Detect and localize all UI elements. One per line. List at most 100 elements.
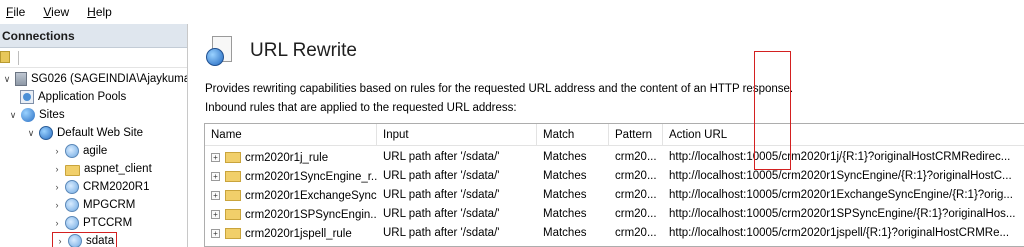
folder-icon [225,228,241,239]
inbound-rules-caption: Inbound rules that are applied to the re… [205,102,517,114]
chevron-right-icon[interactable]: › [52,146,62,156]
tree-node-label: agile [83,145,108,157]
folder-icon [225,209,241,220]
menu-help[interactable]: Help [87,5,112,19]
expand-icon[interactable]: ∨ [26,128,36,139]
tree-node-label: CRM2020R1 [83,181,150,193]
folder-icon [225,190,241,201]
tree-node-mpgcrm[interactable]: › MPGCRM [52,196,135,214]
chevron-right-icon[interactable]: › [52,182,62,192]
table-row[interactable]: + crm2020r1SPSyncEngin... URL path after… [205,205,1024,224]
rule-match: Matches [543,227,587,239]
column-header-pattern[interactable]: Pattern [609,124,663,146]
rule-input: URL path after '/sdata/' [383,170,500,182]
expand-plus-icon[interactable]: + [211,229,220,238]
rule-input: URL path after '/sdata/' [383,227,500,239]
tree-node-label: SG026 (SAGEINDIA\Ajaykuma [31,73,188,85]
toolbar-separator [18,51,19,65]
table-row[interactable]: + crm2020r1j_rule URL path after '/sdata… [205,148,1024,167]
table-header: Name Input Match Pattern Action URL [205,124,1024,146]
chevron-right-icon[interactable]: › [52,200,62,210]
tree-node-sdata[interactable]: › sdata [52,232,118,247]
rule-match: Matches [543,208,587,220]
menu-file[interactable]: File [6,5,25,19]
rule-action-url: http://localhost:10005/crm2020r1Exchange… [669,189,1013,201]
column-header-input[interactable]: Input [377,124,537,146]
rule-name-cell: + crm2020r1SyncEngine_r... [205,167,377,186]
connections-header: Connections [0,24,187,48]
tree-node-default-web-site[interactable]: ∨ Default Web Site [26,124,143,142]
url-rewrite-pane: URL Rewrite Provides rewriting capabilit… [192,24,1024,247]
table-row[interactable]: + crm2020r1SyncEngine_r... URL path afte… [205,167,1024,186]
table-row[interactable]: + crm2020r1jspell_rule URL path after '/… [205,224,1024,243]
expand-plus-icon[interactable]: + [211,191,220,200]
tree-node-label: Sites [39,109,65,121]
rule-input: URL path after '/sdata/' [383,151,500,163]
column-header-action-url[interactable]: Action URL [663,124,1024,146]
expand-plus-icon[interactable]: + [211,153,220,162]
connections-toolbar [0,48,187,68]
tree-node-label: sdata [86,235,115,247]
rule-action-url: http://localhost:10005/crm2020r1SyncEngi… [669,170,1012,182]
url-rewrite-icon [206,36,236,66]
expand-plus-icon[interactable]: + [211,210,220,219]
rule-name: crm2020r1jspell_rule [245,227,352,240]
tree-node-label: MPGCRM [83,199,136,211]
chevron-right-icon[interactable]: › [55,236,65,246]
chevron-right-icon[interactable]: › [52,218,62,228]
menu-bar: File View Help [0,0,1024,24]
menu-view[interactable]: View [43,5,69,19]
tree-node-agile[interactable]: › agile [52,142,107,160]
tree-node-server[interactable]: ∨ SG026 (SAGEINDIA\Ajaykuma [2,70,188,88]
rule-pattern: crm20... [615,227,657,239]
rule-input: URL path after '/sdata/' [383,208,500,220]
tree-node-label: aspnet_client [84,163,152,175]
rule-input: URL path after '/sdata/' [383,189,500,201]
tree-node-label: PTCCRM [83,217,133,229]
column-header-name[interactable]: Name [205,124,377,146]
rule-action-url: http://localhost:10005/crm2020r1SPSyncEn… [669,208,1016,220]
rule-pattern: crm20... [615,189,657,201]
expand-plus-icon[interactable]: + [211,172,220,181]
rule-name: crm2020r1SPSyncEngin... [245,208,377,221]
rule-match: Matches [543,151,587,163]
rule-name-cell: + crm2020r1j_rule [205,148,377,167]
rule-name-cell: + crm2020r1jspell_rule [205,224,377,243]
server-icon [15,72,27,86]
application-icon [65,216,79,230]
rule-name: crm2020r1ExchangeSync... [245,189,377,202]
tree-node-sites[interactable]: ∨ Sites [8,106,65,124]
rule-name-cell: + crm2020r1ExchangeSync... [205,186,377,205]
rule-pattern: crm20... [615,170,657,182]
tree-node-application-pools[interactable]: Application Pools [20,88,126,106]
rule-match: Matches [543,189,587,201]
rule-name: crm2020r1j_rule [245,151,329,164]
expand-icon[interactable]: ∨ [2,74,12,85]
tree-node-crm2020r1[interactable]: › CRM2020R1 [52,178,149,196]
page-title: URL Rewrite [250,40,357,61]
application-icon [65,198,79,212]
globe-icon [39,126,53,140]
chevron-right-icon[interactable]: › [52,164,62,174]
rule-pattern: crm20... [615,151,657,163]
column-header-match[interactable]: Match [537,124,609,146]
folder-icon [225,171,241,182]
rule-name-cell: + crm2020r1SPSyncEngin... [205,205,377,224]
connections-pane: Connections ∨ SG026 (SAGEINDIA\Ajaykuma … [0,24,188,247]
rule-action-url: http://localhost:10005/crm2020r1j/{R:1}?… [669,151,1011,163]
tree-node-ptccrm[interactable]: › PTCCRM [52,214,132,232]
application-icon [65,180,79,194]
tree-node-label: Application Pools [38,91,127,103]
application-icon [65,144,79,158]
app-pools-icon [20,90,34,104]
tree-node-label: Default Web Site [57,127,144,139]
rule-match: Matches [543,170,587,182]
expand-icon[interactable]: ∨ [8,110,18,121]
rule-name: crm2020r1SyncEngine_r... [245,170,377,183]
application-icon [68,234,82,247]
rule-action-url: http://localhost:10005/crm2020r1jspell/{… [669,227,1010,239]
table-row[interactable]: + crm2020r1ExchangeSync... URL path afte… [205,186,1024,205]
tree-node-aspnet-client[interactable]: › aspnet_client [52,160,152,178]
sites-icon [21,108,35,122]
create-connection-icon[interactable] [0,51,10,63]
